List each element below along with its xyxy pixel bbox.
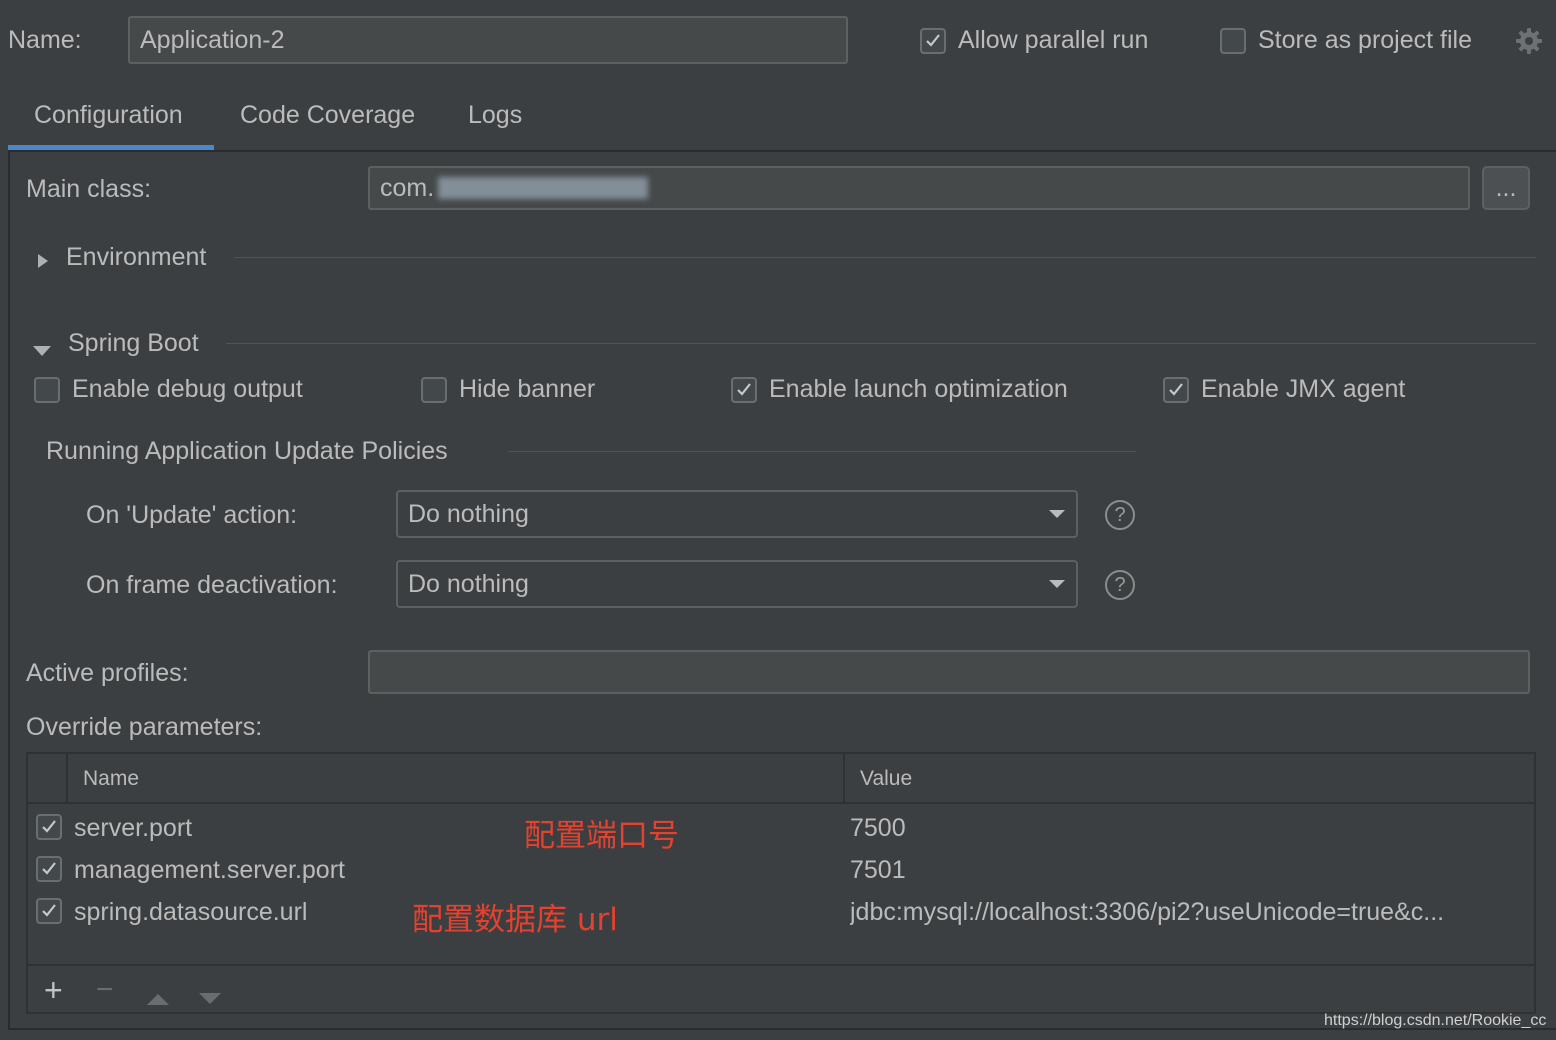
override-parameters-label: Override parameters: <box>26 713 263 741</box>
browse-main-class-button[interactable]: ... <box>1482 166 1530 210</box>
help-icon[interactable]: ? <box>1105 570 1135 600</box>
enable-debug-output-checkbox[interactable] <box>34 376 60 403</box>
on-update-action-value: Do nothing <box>408 499 529 528</box>
main-class-input[interactable]: com. <box>368 166 1470 210</box>
move-down-icon[interactable] <box>198 984 222 1004</box>
param-name: management.server.port <box>74 856 345 884</box>
column-divider <box>66 754 68 802</box>
checkmark-icon <box>42 862 56 875</box>
on-update-action-label: On 'Update' action: <box>86 501 298 529</box>
gear-icon[interactable] <box>1514 26 1544 56</box>
column-header-name[interactable]: Name <box>83 767 139 791</box>
collapsed-arrow-icon[interactable] <box>36 248 50 268</box>
table-header: Name Value <box>28 754 1534 804</box>
table-row[interactable]: management.server.port 7501 <box>28 852 1534 892</box>
on-frame-deactivation-label: On frame deactivation: <box>86 571 338 599</box>
hide-banner-option[interactable]: Hide banner <box>421 375 595 404</box>
redacted-text-blur <box>438 177 649 199</box>
enable-jmx-agent-option[interactable]: Enable JMX agent <box>1163 375 1405 404</box>
checkmark-icon <box>737 382 751 396</box>
param-value: jdbc:mysql://localhost:3306/pi2?useUnico… <box>850 898 1445 926</box>
on-frame-deactivation-select[interactable]: Do nothing <box>396 560 1078 608</box>
chevron-down-icon <box>1049 580 1065 588</box>
main-class-value: com. <box>380 173 435 202</box>
hide-banner-checkbox[interactable] <box>421 376 447 403</box>
allow-parallel-run-checkbox[interactable] <box>920 27 946 54</box>
row-enabled-checkbox[interactable] <box>36 814 62 840</box>
row-enabled-checkbox[interactable] <box>36 898 62 924</box>
row-enabled-checkbox[interactable] <box>36 856 62 882</box>
spring-boot-section-toggle[interactable]: Spring Boot <box>68 329 199 358</box>
toolbar-separator <box>28 964 1534 966</box>
checkmark-icon <box>926 33 940 47</box>
override-parameters-table: Name Value server.port 7500 management.s… <box>26 752 1536 1014</box>
on-update-action-select[interactable]: Do nothing <box>396 490 1078 538</box>
enable-jmx-agent-label: Enable JMX agent <box>1201 375 1406 403</box>
allow-parallel-run-option[interactable]: Allow parallel run <box>920 26 1148 55</box>
enable-debug-output-option[interactable]: Enable debug output <box>34 375 303 404</box>
enable-debug-output-label: Enable debug output <box>72 375 303 403</box>
chevron-down-icon <box>1049 510 1065 518</box>
param-value: 7501 <box>850 856 906 884</box>
name-label: Name: <box>8 26 82 54</box>
environment-section-toggle[interactable]: Environment <box>66 243 206 272</box>
tab-logs[interactable]: Logs <box>468 101 522 130</box>
column-divider <box>843 754 845 802</box>
spring-boot-separator <box>226 343 1536 344</box>
allow-parallel-run-label: Allow parallel run <box>958 26 1149 54</box>
enable-launch-optimization-option[interactable]: Enable launch optimization <box>731 375 1068 404</box>
move-up-icon[interactable] <box>146 984 170 1005</box>
table-row[interactable]: server.port 7500 <box>28 810 1534 850</box>
checkmark-icon <box>42 820 56 833</box>
remove-parameter-button[interactable]: − <box>96 974 114 1006</box>
store-as-project-file-label: Store as project file <box>1258 26 1472 54</box>
update-policies-separator <box>508 451 1136 452</box>
param-value: 7500 <box>850 814 906 842</box>
checkmark-icon <box>1169 382 1183 396</box>
update-policies-title: Running Application Update Policies <box>46 437 448 465</box>
active-profiles-label: Active profiles: <box>26 659 189 687</box>
expanded-arrow-icon[interactable] <box>32 336 52 356</box>
datasource-annotation: 配置数据库 url <box>412 902 618 938</box>
main-class-label: Main class: <box>26 175 152 203</box>
param-name: server.port <box>74 814 193 842</box>
table-row[interactable]: spring.datasource.url jdbc:mysql://local… <box>28 894 1534 934</box>
tab-configuration[interactable]: Configuration <box>34 101 183 130</box>
name-input[interactable]: Application-2 <box>128 16 848 64</box>
enable-jmx-agent-checkbox[interactable] <box>1163 376 1189 403</box>
store-as-project-file-option[interactable]: Store as project file <box>1220 26 1472 55</box>
enable-launch-optimization-label: Enable launch optimization <box>769 375 1068 403</box>
param-name: spring.datasource.url <box>74 898 308 926</box>
store-as-project-file-checkbox[interactable] <box>1220 27 1246 54</box>
on-frame-deactivation-value: Do nothing <box>408 569 529 598</box>
column-header-value[interactable]: Value <box>860 767 912 791</box>
environment-separator <box>234 257 1536 258</box>
port-annotation: 配置端口号 <box>524 818 679 854</box>
tab-code-coverage[interactable]: Code Coverage <box>240 101 415 130</box>
enable-launch-optimization-checkbox[interactable] <box>731 376 757 403</box>
checkmark-icon <box>42 904 56 917</box>
active-profiles-input[interactable] <box>368 650 1530 694</box>
hide-banner-label: Hide banner <box>459 375 596 403</box>
add-parameter-button[interactable]: + <box>44 974 63 1006</box>
watermark-text: https://blog.csdn.net/Rookie_cc <box>1324 1012 1547 1029</box>
help-icon[interactable]: ? <box>1105 500 1135 530</box>
